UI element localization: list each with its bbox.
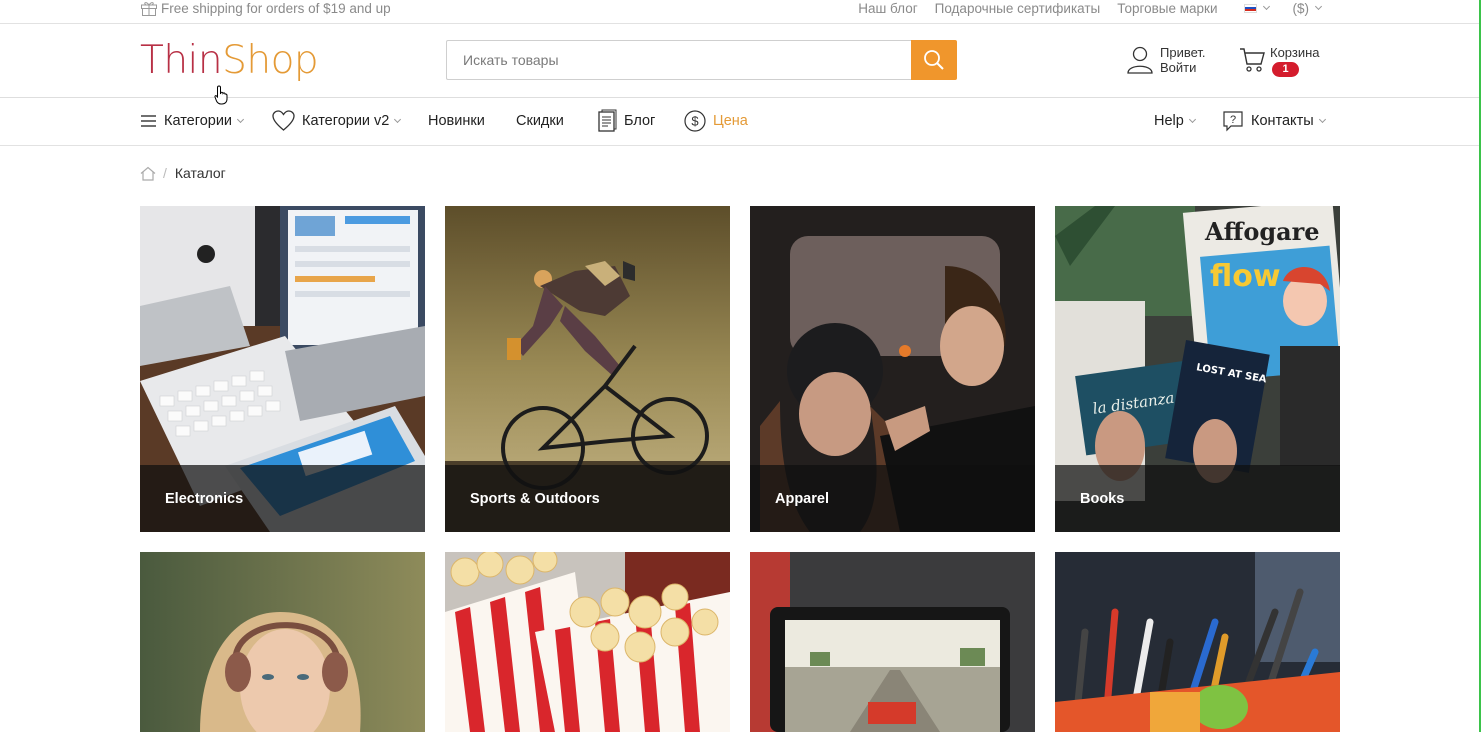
category-tile-headphones[interactable] — [140, 552, 425, 732]
user-icon — [1127, 46, 1153, 74]
category-tile-books[interactable]: Affogare flow la distanza LOST AT SEA Bo… — [1055, 206, 1340, 532]
stationery-image — [1055, 552, 1340, 732]
shipping-notice: Free shipping for orders of $19 and up — [140, 0, 391, 16]
search-input[interactable] — [446, 40, 911, 80]
site-logo[interactable]: ThinShop — [140, 38, 319, 84]
category-tile-sports-outdoors[interactable]: Sports & Outdoors — [445, 206, 730, 532]
hamburger-icon — [141, 115, 156, 127]
breadcrumb-separator: / — [163, 165, 167, 181]
dollar-circle-icon: $ — [684, 110, 706, 132]
shipping-text: Free shipping for orders of $19 and up — [161, 0, 391, 16]
svg-text:$: $ — [691, 114, 699, 129]
nav-price-label: Цена — [713, 113, 748, 129]
gaming-image — [750, 552, 1035, 732]
language-flag-icon[interactable] — [1243, 3, 1257, 13]
cart-count-badge: 1 — [1272, 62, 1299, 77]
top-links: Наш блог Подарочные сертификаты Торговые… — [841, 0, 1323, 16]
document-icon — [598, 109, 617, 132]
nav-contacts-label: Контакты — [1251, 113, 1314, 129]
breadcrumb-current: Каталог — [174, 165, 226, 181]
nav-new[interactable]: Новинки — [428, 98, 485, 144]
chevron-down-icon[interactable] — [1314, 2, 1323, 10]
gift-certificates-link[interactable]: Подарочные сертификаты — [935, 1, 1101, 16]
hand-cursor-icon — [214, 85, 228, 105]
category-caption: Electronics — [140, 465, 425, 532]
nav-categories-v2-label: Категории v2 — [302, 113, 390, 129]
nav-discounts[interactable]: Скидки — [516, 98, 564, 144]
svg-text:flow: flow — [1210, 259, 1281, 294]
chevron-down-icon — [1188, 115, 1196, 123]
cart-icon — [1240, 48, 1265, 72]
chevron-down-icon — [394, 115, 402, 123]
gift-icon — [141, 2, 157, 16]
search-bar — [446, 40, 957, 80]
cart-label: Корзина — [1270, 45, 1320, 60]
nav-blog-label: Блог — [624, 113, 656, 129]
cart-link[interactable]: Корзина 1 — [1239, 45, 1320, 77]
account-link[interactable]: Привет. Войти — [1127, 45, 1206, 75]
breadcrumb: / Каталог — [140, 165, 226, 181]
nav-blog[interactable]: Блог — [596, 98, 655, 144]
logo-text-shop: Shop — [222, 38, 319, 83]
category-caption: Sports & Outdoors — [445, 465, 730, 532]
main-nav: Категории Категории v2 Новинки Скидки Бл… — [0, 98, 1479, 146]
nav-discounts-label: Скидки — [516, 113, 564, 129]
nav-new-label: Новинки — [428, 113, 485, 129]
nav-help-label: Help — [1154, 113, 1184, 129]
category-caption: Apparel — [750, 465, 1035, 532]
top-bar: Free shipping for orders of $19 and up Н… — [0, 0, 1479, 24]
svg-text:?: ? — [1230, 114, 1236, 126]
category-tile-popcorn[interactable] — [445, 552, 730, 732]
nav-contacts[interactable]: ? Контакты — [1222, 98, 1326, 144]
category-tile-games[interactable] — [750, 552, 1035, 732]
popcorn-image — [445, 552, 730, 732]
search-icon — [924, 50, 944, 70]
nav-price[interactable]: $ Цена — [684, 98, 748, 144]
brands-link[interactable]: Торговые марки — [1117, 1, 1217, 16]
chevron-down-icon[interactable] — [1262, 2, 1270, 10]
chevron-down-icon — [237, 115, 245, 123]
nav-categories-v2[interactable]: Категории v2 — [272, 98, 402, 144]
chevron-down-icon — [1318, 115, 1326, 123]
blog-link[interactable]: Наш блог — [858, 1, 917, 16]
search-button[interactable] — [911, 40, 957, 80]
category-caption: Books — [1055, 465, 1340, 532]
logo-text-thin: Thin — [140, 38, 223, 83]
category-tile-stationery[interactable] — [1055, 552, 1340, 732]
nav-help[interactable]: Help — [1154, 98, 1196, 144]
headphones-girl-image — [140, 552, 425, 732]
svg-text:Affogare: Affogare — [1204, 217, 1320, 246]
account-greeting: Привет. — [1160, 45, 1206, 60]
category-tile-electronics[interactable]: Electronics — [140, 206, 425, 532]
home-icon[interactable] — [140, 166, 156, 181]
question-bubble-icon: ? — [1223, 111, 1243, 132]
account-login[interactable]: Войти — [1160, 60, 1206, 75]
heart-icon — [272, 110, 295, 131]
category-tile-apparel[interactable]: Apparel — [750, 206, 1035, 532]
nav-categories-label: Категории — [164, 113, 233, 129]
currency-selector[interactable]: ($) — [1293, 1, 1310, 16]
